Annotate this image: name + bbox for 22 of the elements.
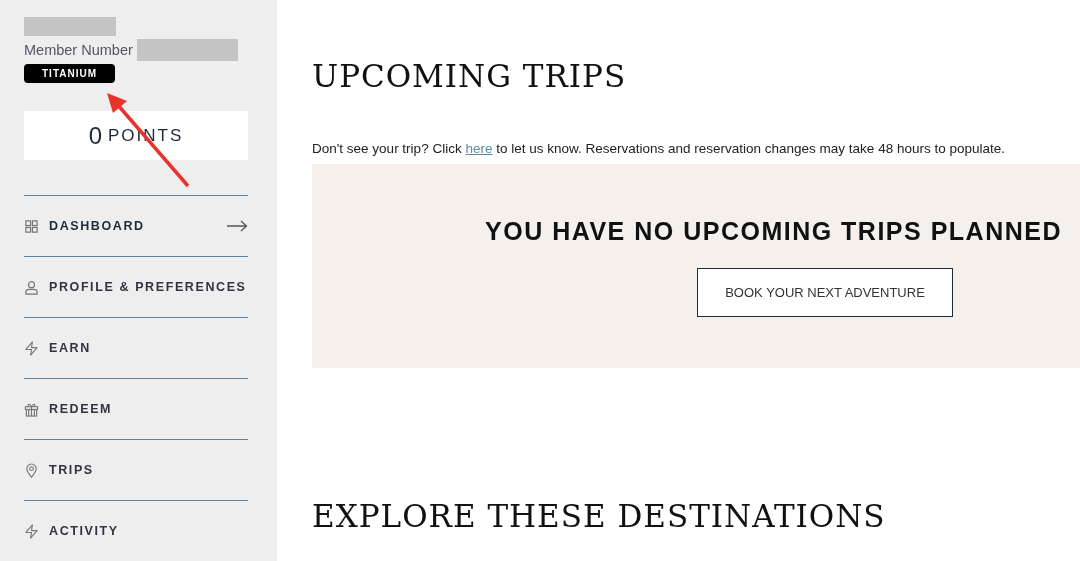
arrow-right-icon bbox=[226, 220, 248, 232]
location-pin-icon bbox=[24, 462, 39, 478]
here-link[interactable]: here bbox=[465, 141, 493, 156]
nav-item[interactable]: REDEEM bbox=[24, 378, 248, 439]
gift-icon bbox=[24, 401, 39, 417]
nav-item[interactable]: TRIPS bbox=[24, 439, 248, 500]
nav-item[interactable]: EARN bbox=[24, 317, 248, 378]
person-icon bbox=[24, 279, 39, 295]
member-number-label: Member Number bbox=[24, 42, 133, 59]
nav-item[interactable]: DASHBOARD bbox=[24, 195, 248, 256]
section-title: UPCOMING TRIPS bbox=[312, 58, 628, 94]
book-button[interactable]: BOOK YOUR NEXT ADVENTURE bbox=[697, 268, 953, 317]
grid-icon bbox=[24, 218, 39, 234]
lightning-icon bbox=[24, 340, 39, 356]
nav-item[interactable]: ACTIVITY bbox=[24, 500, 248, 561]
points-value: 0 bbox=[88, 121, 103, 150]
nav-item[interactable]: PROFILE & PREFERENCES bbox=[24, 256, 248, 317]
tier-badge: TITANIUM bbox=[24, 64, 116, 84]
empty-message: YOU HAVE NO UPCOMING TRIPS PLANNED bbox=[485, 217, 1062, 246]
section-title: EXPLORE THESE DESTINATIONS bbox=[312, 498, 887, 534]
trip-notice: Don't see your trip? Click here to let us know. Reservations and reservation changes may take 48 hours to populate. bbox=[312, 141, 1006, 156]
lightning-icon bbox=[24, 523, 39, 539]
